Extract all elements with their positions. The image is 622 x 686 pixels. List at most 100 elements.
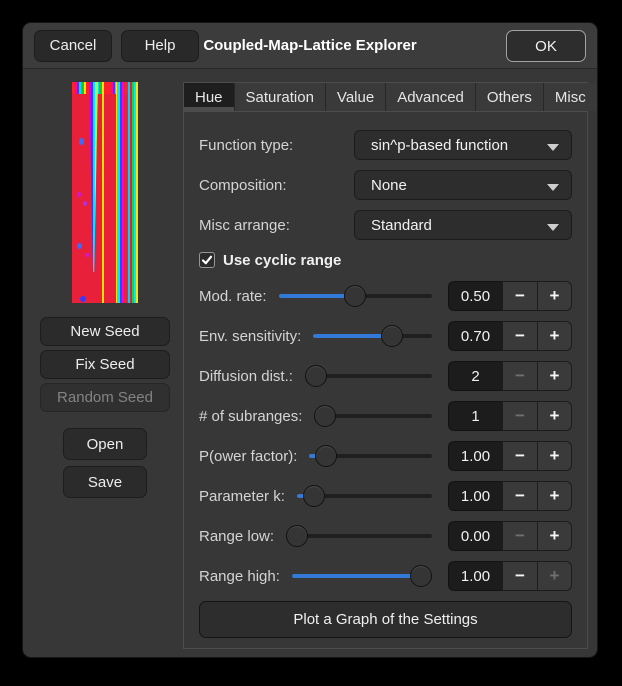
ok-button[interactable]: OK	[506, 30, 586, 62]
preview-speck	[79, 138, 84, 145]
plot-graph-button[interactable]: Plot a Graph of the Settings	[199, 601, 572, 638]
plus-button[interactable]: +	[537, 361, 572, 391]
mod-rate-value[interactable]: 0.50	[448, 281, 502, 311]
env-sensitivity-value[interactable]: 0.70	[448, 321, 502, 351]
composition-dropdown[interactable]: None	[354, 170, 572, 200]
minus-button[interactable]: −	[502, 521, 537, 551]
parameter-k-spin: 1.00 − +	[448, 481, 572, 511]
tab-hue[interactable]: Hue	[184, 83, 234, 111]
function-type-label: Function type:	[199, 137, 293, 154]
power-factor-value[interactable]: 1.00	[448, 441, 502, 471]
cancel-button[interactable]: Cancel	[34, 30, 112, 62]
preview-speck	[77, 243, 82, 249]
range-low-slider[interactable]	[286, 519, 432, 553]
chevron-down-icon	[547, 224, 559, 231]
save-button[interactable]: Save	[63, 466, 147, 498]
diffusion-dist-label: Diffusion dist.:	[199, 368, 293, 385]
range-low-value[interactable]: 0.00	[448, 521, 502, 551]
minus-button[interactable]: −	[502, 321, 537, 351]
plus-button[interactable]: +	[537, 441, 572, 471]
power-factor-spin: 1.00 − +	[448, 441, 572, 471]
function-type-row: Function type: sin^p-based function	[199, 130, 572, 160]
use-cyclic-range-checkbox[interactable]	[199, 252, 215, 268]
preview-speck	[85, 253, 89, 257]
env-sensitivity-label: Env. sensitivity:	[199, 328, 301, 345]
range-high-value[interactable]: 1.00	[448, 561, 502, 591]
range-high-row: Range high: 1.00 − +	[199, 559, 572, 593]
diffusion-dist-row: Diffusion dist.: 2 − +	[199, 359, 572, 393]
parameter-k-value[interactable]: 1.00	[448, 481, 502, 511]
minus-button[interactable]: −	[502, 401, 537, 431]
random-seed-button[interactable]: Random Seed	[40, 383, 170, 412]
diffusion-dist-slider[interactable]	[305, 359, 432, 393]
plus-button[interactable]: +	[537, 321, 572, 351]
slider-knob[interactable]	[314, 405, 336, 427]
slider-knob[interactable]	[315, 445, 337, 467]
hue-tab-content: Function type: sin^p-based function Comp…	[184, 112, 587, 648]
power-factor-label: P(ower factor):	[199, 448, 297, 465]
minus-button[interactable]: −	[502, 561, 537, 591]
screen: Cancel Help Coupled-Map-Lattice Explorer…	[0, 0, 622, 686]
tab-saturation[interactable]: Saturation	[235, 83, 325, 111]
subranges-value[interactable]: 1	[448, 401, 502, 431]
slider-fill	[292, 574, 421, 578]
mod-rate-spin: 0.50 − +	[448, 281, 572, 311]
parameter-k-slider[interactable]	[297, 479, 432, 513]
parameter-k-row: Parameter k: 1.00 − +	[199, 479, 572, 513]
env-sensitivity-spin: 0.70 − +	[448, 321, 572, 351]
minus-button[interactable]: −	[502, 441, 537, 471]
tab-strip: Hue Saturation Value Advanced Others Mis…	[184, 83, 587, 112]
subranges-slider[interactable]	[314, 399, 432, 433]
diffusion-dist-value[interactable]: 2	[448, 361, 502, 391]
minus-button[interactable]: −	[502, 361, 537, 391]
plus-button[interactable]: +	[537, 401, 572, 431]
env-sensitivity-slider[interactable]	[313, 319, 432, 353]
minus-button[interactable]: −	[502, 281, 537, 311]
plus-button[interactable]: +	[537, 481, 572, 511]
diffusion-dist-spin: 2 − +	[448, 361, 572, 391]
misc-arrange-label: Misc arrange:	[199, 217, 290, 234]
minus-button[interactable]: −	[502, 481, 537, 511]
tab-value[interactable]: Value	[326, 83, 385, 111]
slider-knob[interactable]	[410, 565, 432, 587]
mod-rate-slider[interactable]	[279, 279, 432, 313]
plus-button[interactable]: +	[537, 521, 572, 551]
slider-knob[interactable]	[344, 285, 366, 307]
fix-seed-button[interactable]: Fix Seed	[40, 350, 170, 379]
subranges-spin: 1 − +	[448, 401, 572, 431]
tab-advanced[interactable]: Advanced	[386, 83, 475, 111]
help-button[interactable]: Help	[121, 30, 199, 62]
chevron-down-icon	[547, 184, 559, 191]
preview-speck	[83, 201, 87, 206]
range-low-row: Range low: 0.00 − +	[199, 519, 572, 553]
plus-button[interactable]: +	[537, 561, 572, 591]
preview-right-band	[127, 82, 138, 303]
slider-knob[interactable]	[303, 485, 325, 507]
misc-arrange-row: Misc arrange: Standard	[199, 210, 572, 240]
plus-button[interactable]: +	[537, 281, 572, 311]
open-button[interactable]: Open	[63, 428, 147, 460]
slider-knob[interactable]	[286, 525, 308, 547]
function-type-dropdown[interactable]: sin^p-based function	[354, 130, 572, 160]
power-factor-slider[interactable]	[309, 439, 432, 473]
use-cyclic-range-row: Use cyclic range	[199, 250, 572, 270]
slider-knob[interactable]	[381, 325, 403, 347]
parameter-k-label: Parameter k:	[199, 488, 285, 505]
slider-knob[interactable]	[305, 365, 327, 387]
misc-arrange-dropdown[interactable]: Standard	[354, 210, 572, 240]
tab-others[interactable]: Others	[476, 83, 543, 111]
chevron-down-icon	[547, 144, 559, 151]
cml-explorer-dialog: Cancel Help Coupled-Map-Lattice Explorer…	[22, 22, 598, 658]
new-seed-button[interactable]: New Seed	[40, 317, 170, 346]
subranges-row: # of subranges: 1 − +	[199, 399, 572, 433]
settings-notebook: Hue Saturation Value Advanced Others Mis…	[183, 82, 588, 649]
composition-row: Composition: None	[199, 170, 572, 200]
function-type-value: sin^p-based function	[371, 137, 508, 154]
dialog-header: Cancel Help Coupled-Map-Lattice Explorer…	[23, 23, 597, 69]
range-low-label: Range low:	[199, 528, 274, 545]
preview-speck	[77, 192, 81, 197]
use-cyclic-range-label: Use cyclic range	[223, 252, 341, 269]
env-sensitivity-row: Env. sensitivity: 0.70 − +	[199, 319, 572, 353]
tab-misc[interactable]: Misc	[544, 83, 597, 111]
range-high-slider[interactable]	[292, 559, 432, 593]
